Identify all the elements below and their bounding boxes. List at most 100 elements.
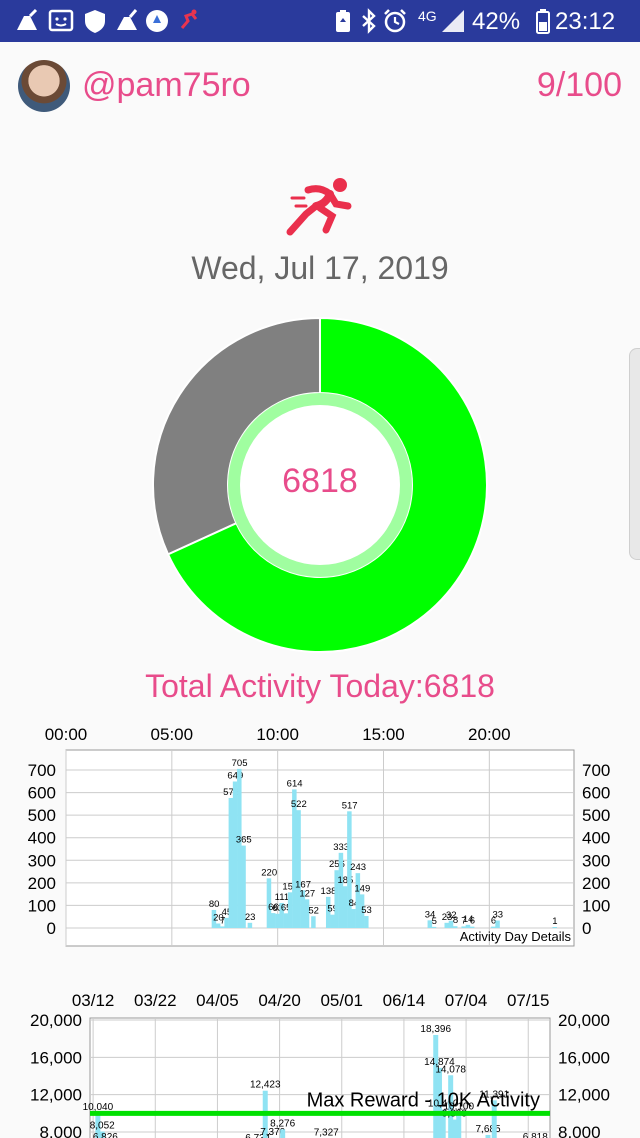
bar-value-label: 127 <box>299 888 315 899</box>
bar-value-label: 705 <box>232 758 248 769</box>
reference-line-label: Max Reward - 10K Activity <box>307 1089 540 1111</box>
username[interactable]: @pam75ro <box>82 66 251 105</box>
cleaner-icon <box>14 8 40 34</box>
activity-bar <box>224 917 229 928</box>
y-tick-label-right: 400 <box>582 829 610 848</box>
bar-value-label: 23 <box>245 912 256 923</box>
y-tick-label-right: 600 <box>582 784 610 803</box>
bar-value-label: 149 <box>354 883 370 894</box>
history-x-tick-label: 07/04 <box>445 991 488 1010</box>
bar-value-label: 1 <box>552 916 557 927</box>
history-y-tick-label-right: 20,000 <box>558 1011 610 1030</box>
signal-icon <box>440 8 466 34</box>
activity-bar <box>228 797 234 928</box>
activity-bar <box>237 768 242 928</box>
history-y-tick-label-left: 12,000 <box>30 1086 82 1105</box>
history-bar-value-label: 8,052 <box>90 1121 115 1132</box>
history-x-tick-label: 03/22 <box>134 991 177 1010</box>
notification-icon <box>48 8 74 34</box>
activity-bar <box>444 922 449 928</box>
activity-bar <box>452 926 458 928</box>
activity-bar <box>283 913 289 928</box>
edge-panel-handle[interactable] <box>629 348 640 560</box>
history-plot-area <box>89 1017 551 1138</box>
day-activity-chart: 0 0 100 100 200 200 300 300 400 400 500 500 600 600 70… <box>28 725 610 947</box>
runner-app-icon <box>176 8 202 34</box>
bar-value-label: 517 <box>342 800 358 811</box>
history-x-tick-label: 04/05 <box>196 991 239 1010</box>
bar-value-label: 138 <box>321 886 337 897</box>
y-tick-label-right: 100 <box>582 896 610 915</box>
history-bar-value-label: 6,818 <box>523 1132 548 1138</box>
activity-bar <box>270 913 276 928</box>
clock: 23:12 <box>555 8 616 35</box>
history-y-tick-label-left: 20,000 <box>30 1011 82 1030</box>
activity-bar <box>491 926 496 928</box>
bar-value-label: 522 <box>291 799 307 810</box>
app-icon <box>144 8 170 34</box>
history-y-tick-label-right: 16,000 <box>558 1048 610 1067</box>
activity-bar <box>330 914 335 928</box>
y-tick-label-right: 700 <box>582 761 610 780</box>
activity-bar <box>552 927 557 928</box>
activity-bar <box>431 926 437 928</box>
total-activity-label: Total Activity Today:6818 <box>145 668 495 704</box>
activity-bar <box>287 892 293 928</box>
history-activity-chart: 03/12 03/22 04/05 04/20 05/01 06/14 07/04 07/15… <box>30 991 610 1138</box>
history-bar-value-label: 7,685 <box>475 1124 500 1135</box>
activity-bar <box>461 926 466 928</box>
history-bar-value-label: 18,396 <box>420 1024 451 1035</box>
y-tick-label-left: 600 <box>28 784 56 803</box>
history-bar <box>280 1129 286 1138</box>
bar-value-label: 8 <box>453 915 458 926</box>
bar-value-label: 52 <box>308 905 319 916</box>
history-x-tick-label: 04/20 <box>258 991 301 1010</box>
progress-counter: 9/100 <box>536 66 622 104</box>
y-tick-label-left: 100 <box>28 896 56 915</box>
activity-date: Wed, Jul 17, 2019 <box>191 250 449 286</box>
bar-value-label: 33 <box>493 910 504 921</box>
history-x-tick-label: 07/15 <box>507 991 550 1010</box>
history-bar-value-label: 12,423 <box>250 1080 281 1091</box>
y-tick-label-left: 300 <box>28 851 56 870</box>
y-tick-label-right: 300 <box>582 851 610 870</box>
profile-header: @pam75ro 9/100 <box>0 42 640 132</box>
shield-icon <box>82 8 108 34</box>
bar-value-label: 365 <box>236 835 252 846</box>
history-y-tick-label-right: 8,000 <box>558 1123 601 1138</box>
y-tick-label-left: 400 <box>28 829 56 848</box>
activity-bar <box>351 909 356 928</box>
activity-bar <box>296 810 301 928</box>
history-bar-value-label: 8,276 <box>270 1118 295 1129</box>
activity-bar <box>311 916 316 928</box>
activity-bar <box>342 886 348 928</box>
activity-bar <box>232 781 238 928</box>
x-tick-label: 20:00 <box>468 725 511 744</box>
donut-center-value: 6818 <box>282 462 358 500</box>
history-x-tick-label: 03/12 <box>72 991 115 1010</box>
battery-icon <box>530 8 556 34</box>
bar-value-label: 53 <box>361 905 372 916</box>
y-tick-label-left: 700 <box>28 761 56 780</box>
avatar[interactable] <box>18 60 70 112</box>
bar-value-label: 614 <box>287 778 303 789</box>
history-x-tick-label: 05/01 <box>320 991 363 1010</box>
activity-bar <box>292 789 297 928</box>
bar-value-label: 220 <box>261 867 277 878</box>
activity-bar <box>355 873 361 928</box>
chart-title: Activity Day Details <box>460 929 572 944</box>
bar-value-label: 111 <box>275 892 289 903</box>
history-bar <box>451 1119 457 1138</box>
history-bar-value-label: 7,327 <box>314 1127 339 1138</box>
bar-value-label: 80 <box>209 899 220 910</box>
network-type: 4G <box>418 8 437 24</box>
alarm-icon <box>382 8 408 34</box>
y-tick-label-left: 200 <box>28 874 56 893</box>
activity-bar <box>469 926 475 928</box>
y-tick-label-left: 0 <box>47 919 56 938</box>
activity-bar <box>338 852 344 928</box>
status-bar: 4G 42% 23:12 <box>0 0 640 42</box>
history-bar <box>456 1112 462 1138</box>
broom-icon <box>114 8 140 34</box>
activity-bar <box>220 926 225 928</box>
